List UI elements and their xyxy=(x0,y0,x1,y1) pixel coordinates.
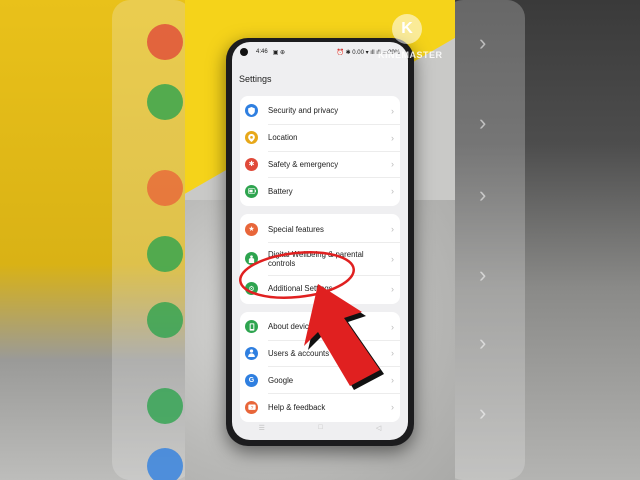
blurred-gear-icon xyxy=(147,302,183,338)
phone-icon xyxy=(245,320,258,334)
chevron-right-icon: › xyxy=(391,402,394,413)
settings-item-label: Location xyxy=(268,133,298,143)
settings-item-help-feedback[interactable]: ? Help & feedback › xyxy=(240,394,400,420)
blurred-chevron-right-icon: › xyxy=(479,30,487,55)
home-button[interactable]: □ xyxy=(318,424,322,432)
blurred-battery-icon xyxy=(147,84,183,120)
blurred-phone-icon xyxy=(147,388,183,424)
settings-item-google[interactable]: G Google › xyxy=(240,367,400,393)
navigation-bar: ☰ □ ◁ xyxy=(232,424,408,432)
settings-item-users-accounts[interactable]: Users & accounts › xyxy=(240,341,400,367)
settings-item-safety[interactable]: ✱ Safety & emergency › xyxy=(240,152,400,178)
svg-text:?: ? xyxy=(250,404,253,409)
settings-item-label: Additional Settings xyxy=(268,284,333,294)
phone-screen: 4:46 ▣ ⊕ ⏰ ✱ 0.00 ▾ ıll ıll ▭29% Setting… xyxy=(232,42,408,440)
settings-item-label: About device xyxy=(268,322,314,332)
blurred-user-icon xyxy=(147,448,183,480)
chevron-right-icon: › xyxy=(391,375,394,386)
chevron-right-icon: › xyxy=(391,159,394,170)
blurred-chevron-right-icon: › xyxy=(479,330,487,355)
settings-item-label: Google xyxy=(268,375,294,385)
settings-item-label: Users & accounts xyxy=(268,348,330,358)
settings-item-label: Safety & emergency xyxy=(268,159,339,169)
settings-group-3: About device › Users & accounts › G Goog… xyxy=(240,311,400,422)
shield-icon xyxy=(245,104,258,118)
front-camera xyxy=(240,48,248,56)
status-time: 4:46 xyxy=(256,48,268,55)
settings-item-additional-settings[interactable]: ⚙ Additional Settings › xyxy=(240,276,400,302)
blurred-chevron-right-icon: › xyxy=(479,110,487,135)
blurred-chevron-right-icon: › xyxy=(479,182,487,207)
settings-group-1: Security and privacy › Location › ✱ Safe… xyxy=(240,96,400,207)
settings-item-special-features[interactable]: ★ Special features › xyxy=(240,216,400,242)
settings-item-label: Special features xyxy=(268,224,324,234)
chevron-right-icon: › xyxy=(391,321,394,332)
chevron-right-icon: › xyxy=(391,283,394,294)
help-icon: ? xyxy=(245,400,258,414)
settings-group-2: ★ Special features › Digital Wellbeing &… xyxy=(240,214,400,304)
user-icon xyxy=(245,346,258,360)
settings-item-battery[interactable]: Battery › xyxy=(240,178,400,204)
location-pin-icon xyxy=(245,131,258,145)
settings-item-about-device[interactable]: About device › xyxy=(240,314,400,340)
chevron-right-icon: › xyxy=(391,132,394,143)
battery-icon xyxy=(245,184,258,198)
chevron-right-icon: › xyxy=(391,186,394,197)
status-notification-icons: ▣ ⊕ xyxy=(272,49,286,56)
settings-item-location[interactable]: Location › xyxy=(240,125,400,151)
asterisk-icon: ✱ xyxy=(245,157,258,171)
chevron-right-icon: › xyxy=(391,348,394,359)
settings-item-label: Battery xyxy=(268,186,293,196)
back-button[interactable]: ◁ xyxy=(376,424,381,432)
blurred-asterisk-icon xyxy=(147,24,183,60)
google-icon: G xyxy=(245,373,258,387)
kinemaster-watermark: K KINEMASTER xyxy=(378,14,442,70)
settings-item-label: Security and privacy xyxy=(268,106,339,116)
settings-item-security[interactable]: Security and privacy › xyxy=(240,98,400,124)
blurred-background-right: › › › › › › xyxy=(455,0,640,480)
settings-item-digital-wellbeing[interactable]: Digital Wellbeing & parental controls › xyxy=(240,243,400,275)
blurred-star-icon xyxy=(147,170,183,206)
kinemaster-logo: K xyxy=(392,14,422,44)
star-icon: ★ xyxy=(245,222,258,236)
settings-item-label: Digital Wellbeing & parental controls xyxy=(268,249,364,268)
chevron-right-icon: › xyxy=(391,224,394,235)
recents-button[interactable]: ☰ xyxy=(259,424,265,432)
wellbeing-icon xyxy=(245,252,258,266)
watermark-text: KINEMASTER xyxy=(378,50,443,60)
blurred-chevron-right-icon: › xyxy=(479,262,487,287)
blurred-wellbeing-icon xyxy=(147,236,183,272)
chevron-right-icon: › xyxy=(391,253,394,264)
blurred-background-left xyxy=(0,0,185,480)
gear-icon: ⚙ xyxy=(245,282,258,296)
blurred-chevron-right-icon: › xyxy=(479,400,487,425)
settings-item-label: Help & feedback xyxy=(268,402,326,412)
chevron-right-icon: › xyxy=(391,105,394,116)
blurred-panel xyxy=(455,0,525,480)
